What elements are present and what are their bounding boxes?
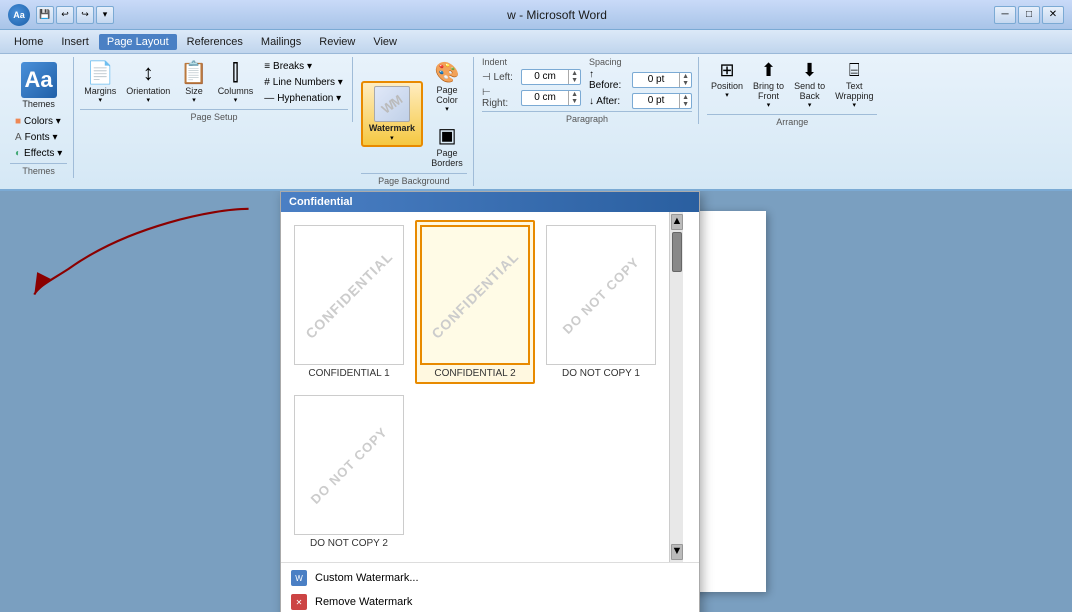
page-borders-button[interactable]: ▣ Page Borders	[427, 120, 467, 171]
menu-home[interactable]: Home	[6, 34, 51, 50]
quick-access-toolbar: 💾 ↩ ↪ ▾	[36, 6, 114, 24]
hyphenation-button[interactable]: — Hyphenation ▾	[259, 91, 348, 106]
line-numbers-button[interactable]: # Line Numbers ▾	[259, 75, 348, 90]
orientation-button[interactable]: ↕ Orientation ▾	[122, 57, 174, 107]
spacing-before-spinner[interactable]: 0 pt ▲▼	[632, 72, 692, 88]
watermark-grid: CONFIDENTIAL CONFIDENTIAL 1 CONFIDENTIAL…	[281, 212, 669, 562]
window-controls: ─ □ ✕	[994, 6, 1064, 24]
ribbon: Aa Themes ■ Colors ▾ A Fonts ▾ ◐ Effects…	[0, 54, 1072, 191]
indent-left-spinner[interactable]: 0 cm ▲▼	[521, 69, 581, 85]
redo-btn[interactable]: ↪	[76, 6, 94, 24]
custom-watermark-item[interactable]: W Custom Watermark...	[281, 566, 699, 590]
menu-review[interactable]: Review	[311, 34, 363, 50]
colors-button[interactable]: ■ Colors ▾	[10, 114, 67, 129]
paragraph-label: Paragraph	[482, 111, 692, 124]
spacing-after-spinner[interactable]: 0 pt ▲▼	[632, 93, 692, 109]
paragraph-group: Indent ⊣ Left: 0 cm ▲▼ ⊢ Right: 0 cm ▲▼	[476, 57, 699, 124]
bring-to-front-button[interactable]: ⬆ Bring to Front ▾	[749, 57, 788, 112]
columns-button[interactable]: ⫿ Columns ▾	[214, 57, 258, 107]
watermark-donotcopy1[interactable]: DO NOT COPY DO NOT COPY 1	[541, 220, 661, 384]
remove-watermark-item[interactable]: ✕ Remove Watermark	[281, 590, 699, 612]
window-title: w - Microsoft Word	[120, 8, 994, 22]
page-color-button[interactable]: 🎨 Page Color ▾	[427, 57, 467, 116]
title-bar: Aa 💾 ↩ ↪ ▾ w - Microsoft Word ─ □ ✕	[0, 0, 1072, 30]
scroll-down-btn[interactable]: ▼	[671, 544, 683, 560]
close-btn[interactable]: ✕	[1042, 6, 1064, 24]
watermark-confidential2[interactable]: CONFIDENTIAL CONFIDENTIAL 2	[415, 220, 535, 384]
dropdown-body: CONFIDENTIAL CONFIDENTIAL 1 CONFIDENTIAL…	[281, 212, 699, 562]
dropdown-header: Confidential	[281, 192, 699, 212]
themes-group: Aa Themes ■ Colors ▾ A Fonts ▾ ◐ Effects…	[4, 57, 74, 178]
watermark-donotcopy2[interactable]: DO NOT COPY DO NOT COPY 2	[289, 390, 409, 554]
breaks-button[interactable]: ≡ Breaks ▾	[259, 59, 348, 74]
menu-view[interactable]: View	[365, 34, 405, 50]
send-to-back-button[interactable]: ⬇ Send to Back ▾	[790, 57, 829, 112]
menu-references[interactable]: References	[179, 34, 251, 50]
size-button[interactable]: 📋 Size ▾	[176, 57, 211, 107]
position-button[interactable]: ⊞ Position ▾	[707, 57, 747, 112]
arrange-group: ⊞ Position ▾ ⬆ Bring to Front ▾ ⬇ Send t…	[701, 57, 883, 127]
ribbon-content: Aa Themes ■ Colors ▾ A Fonts ▾ ◐ Effects…	[0, 54, 1072, 189]
scroll-up-btn[interactable]: ▲	[671, 214, 683, 230]
watermark-button[interactable]: WM Watermark ▾	[361, 81, 423, 147]
watermark-icon: WM	[374, 86, 410, 122]
undo-btn[interactable]: ↩	[56, 6, 74, 24]
text-wrapping-button[interactable]: ⌸ Text Wrapping ▾	[831, 57, 877, 112]
themes-icon: Aa	[21, 62, 57, 98]
page-background-group: WM Watermark ▾ 🎨 Page Color ▾ ▣ Page	[355, 57, 474, 186]
watermark-dropdown: Confidential CONFIDENTIAL CONFIDENTIAL 1…	[280, 191, 700, 612]
effects-button[interactable]: ◐ Effects ▾	[10, 146, 67, 161]
maximize-btn[interactable]: □	[1018, 6, 1040, 24]
page-background-label: Page Background	[361, 173, 467, 186]
remove-watermark-icon: ✕	[291, 594, 307, 610]
watermark-confidential1[interactable]: CONFIDENTIAL CONFIDENTIAL 1	[289, 220, 409, 384]
themes-button[interactable]: Aa Themes	[18, 59, 60, 112]
more-btn[interactable]: ▾	[96, 6, 114, 24]
margins-button[interactable]: 📄 Margins ▾	[80, 57, 120, 107]
watermark-scrollbar[interactable]: ▲ ▼	[669, 212, 683, 562]
themes-label: Themes	[22, 99, 55, 109]
indent-right-spinner[interactable]: 0 cm ▲▼	[521, 90, 581, 106]
menu-insert[interactable]: Insert	[53, 34, 97, 50]
menu-mailings[interactable]: Mailings	[253, 34, 309, 50]
themes-group-label: Themes	[10, 163, 67, 176]
arrange-label: Arrange	[707, 114, 877, 127]
main-area: arsip kepega... Itulah cara m... el juga…	[0, 191, 1072, 612]
minimize-btn[interactable]: ─	[994, 6, 1016, 24]
save-btn[interactable]: 💾	[36, 6, 54, 24]
custom-watermark-icon: W	[291, 570, 307, 586]
page-setup-label: Page Setup	[80, 109, 348, 122]
scroll-thumb[interactable]	[672, 232, 682, 272]
menu-bar: Home Insert Page Layout References Maili…	[0, 30, 1072, 54]
indent-section: Indent ⊣ Left: 0 cm ▲▼ ⊢ Right: 0 cm ▲▼	[482, 57, 581, 109]
spacing-section: Spacing ↑ Before: 0 pt ▲▼ ↓ After: 0 pt …	[589, 57, 692, 109]
app-logo: Aa	[8, 4, 30, 26]
menu-page-layout[interactable]: Page Layout	[99, 34, 177, 50]
dropdown-footer: W Custom Watermark... ✕ Remove Watermark…	[281, 562, 699, 612]
fonts-button[interactable]: A Fonts ▾	[10, 130, 67, 145]
page-setup-group: 📄 Margins ▾ ↕ Orientation ▾ 📋 Size ▾ ⫿ C…	[76, 57, 353, 122]
